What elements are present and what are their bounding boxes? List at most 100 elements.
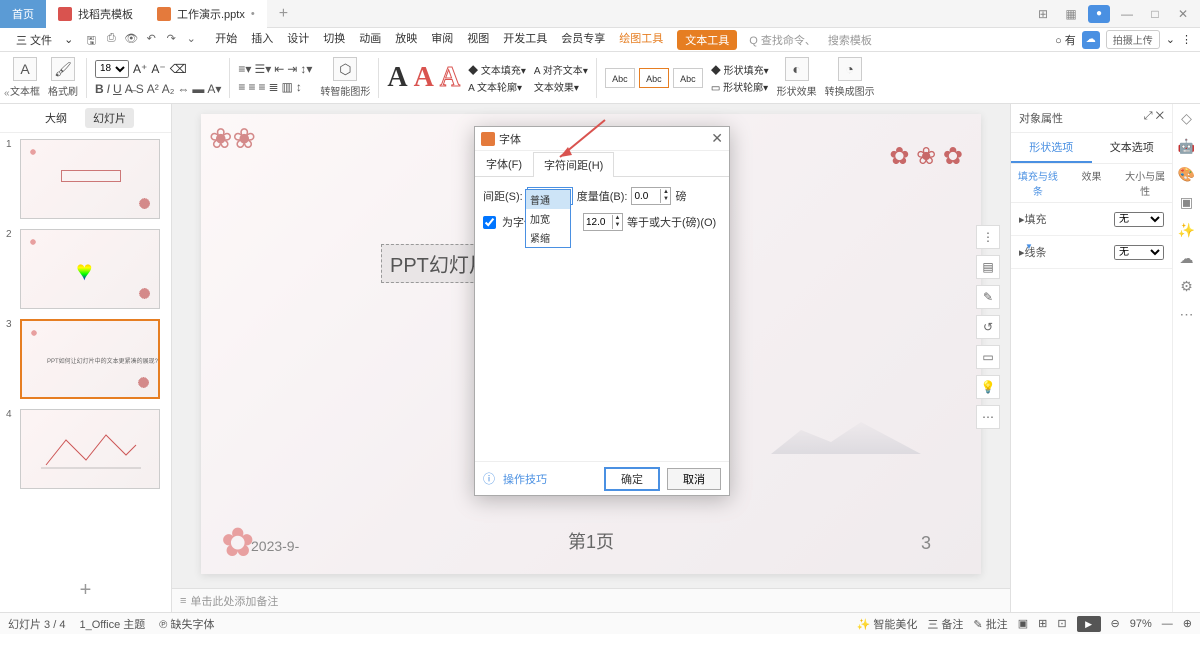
wordart-style-1[interactable]: A	[387, 62, 407, 94]
menu-devtools[interactable]: 开发工具	[503, 30, 547, 50]
search-command[interactable]: Q 查找命令、	[749, 32, 816, 48]
linespacing-button[interactable]: ↕▾	[300, 62, 312, 76]
convert-smartart[interactable]: ⬡ 转智能图形	[320, 57, 370, 98]
superscript-button[interactable]: A²	[147, 82, 159, 96]
tab-slides[interactable]: 幻灯片	[85, 108, 134, 128]
decrease-font-icon[interactable]: A⁻	[151, 62, 165, 76]
grid-icon[interactable]: ▦	[1060, 7, 1082, 21]
subtab-effect[interactable]: 效果	[1065, 164, 1119, 202]
float-crop-icon[interactable]: ▭	[976, 345, 1000, 369]
thumbnail-4[interactable]: 4	[6, 409, 165, 489]
spin-down-icon[interactable]: ▼	[661, 196, 670, 203]
save-icon[interactable]: 🖫	[83, 32, 99, 48]
ok-button[interactable]: 确定	[605, 468, 659, 490]
section-line[interactable]: ▸ 线条 无	[1011, 236, 1172, 269]
view-sorter-icon[interactable]: ⊞	[1038, 617, 1047, 630]
shapefill-button[interactable]: ◆ 形状填充▾	[711, 62, 769, 77]
shapeeffect-button[interactable]: ◐ 形状效果	[777, 57, 817, 98]
bold-button[interactable]: B	[95, 82, 104, 96]
italic-button[interactable]: I	[107, 82, 110, 96]
kern-spinner[interactable]: ▲▼	[583, 213, 623, 231]
wordart-style-3[interactable]: A	[440, 62, 460, 94]
option-normal[interactable]: 普通	[526, 190, 570, 209]
dialog-close-button[interactable]: ✕	[711, 130, 723, 147]
option-condense[interactable]: 紧缩	[526, 228, 570, 247]
fill-select[interactable]: 无	[1114, 212, 1164, 227]
subtab-fill[interactable]: 填充与线条	[1011, 164, 1065, 202]
fontcolor-button[interactable]: A▾	[207, 82, 221, 96]
float-reset-icon[interactable]: ↺	[976, 315, 1000, 339]
menu-member[interactable]: 会员专享	[561, 30, 605, 50]
rail-cloud-icon[interactable]: ☁	[1173, 244, 1200, 272]
measure-spinner[interactable]: ▲▼	[631, 187, 671, 205]
textdir-button[interactable]: ↕	[296, 80, 302, 94]
kerning-checkbox[interactable]	[483, 216, 496, 229]
rail-shapes-icon[interactable]: ▣	[1173, 188, 1200, 216]
notes-pane[interactable]: ≡ 单击此处添加备注	[172, 588, 1010, 612]
spin-down-icon[interactable]: ▼	[613, 222, 622, 229]
tab-outline[interactable]: 大纲	[37, 108, 75, 128]
upload-button[interactable]: 拍摄上传	[1106, 30, 1160, 49]
textoutline-button[interactable]: A 文本轮廓▾	[468, 79, 526, 94]
highlight-button[interactable]: ▬	[192, 82, 204, 96]
dialog-tab-spacing[interactable]: 字符间距(H)	[533, 152, 614, 177]
rail-robot-icon[interactable]: 🤖	[1173, 132, 1200, 160]
add-slide-button[interactable]: +	[0, 569, 171, 612]
format-painter-button[interactable]: 🖌 格式刷	[48, 57, 78, 98]
rail-diamond-icon[interactable]: ◇	[1173, 104, 1200, 132]
increase-indent-button[interactable]: ⇥	[287, 62, 297, 76]
spacing-button[interactable]: ⇔	[177, 82, 189, 96]
menu-start[interactable]: 开始	[215, 30, 237, 50]
shadow-button[interactable]: S	[136, 82, 144, 96]
dropdown-icon[interactable]: ⌄	[64, 33, 73, 46]
clear-format-icon[interactable]: ⌫	[170, 62, 187, 76]
menu-view[interactable]: 视图	[467, 30, 489, 50]
menu-drawtools[interactable]: 绘图工具	[619, 30, 663, 50]
layout-icon[interactable]: ⊞	[1032, 7, 1054, 21]
theme-name[interactable]: 1_Office 主题	[79, 616, 145, 632]
rail-fx-icon[interactable]: ✨	[1173, 216, 1200, 244]
menu-review[interactable]: 审阅	[431, 30, 453, 50]
subscript-button[interactable]: A₂	[162, 82, 175, 96]
align-right-button[interactable]: ≡	[258, 80, 265, 94]
rail-palette-icon[interactable]: 🎨	[1173, 160, 1200, 188]
beautify-button[interactable]: ✨ 智能美化	[857, 616, 918, 632]
tab-add[interactable]: +	[267, 0, 300, 28]
numbering-button[interactable]: ☰▾	[254, 62, 271, 76]
menu-slideshow[interactable]: 放映	[395, 30, 417, 50]
increase-font-icon[interactable]: A⁺	[133, 62, 147, 76]
view-reading-icon[interactable]: ⊡	[1057, 617, 1066, 630]
zoom-out-button[interactable]: ⊖	[1111, 617, 1120, 630]
decrease-indent-button[interactable]: ⇤	[274, 62, 284, 76]
print-icon[interactable]: ⎙	[103, 32, 119, 48]
dialog-titlebar[interactable]: 字体 ✕	[475, 127, 729, 151]
tab-home[interactable]: 首页	[0, 0, 46, 28]
collapse-ribbon-icon[interactable]: ⌄	[1166, 33, 1175, 46]
convert-diagram-button[interactable]: ◔ 转换成图示	[825, 57, 875, 98]
texteffect-button[interactable]: 文本效果▾	[534, 79, 588, 94]
tab-template-search[interactable]: 找稻壳模板	[46, 0, 145, 28]
cancel-button[interactable]: 取消	[667, 468, 721, 490]
shape-style-1[interactable]: Abc	[605, 68, 635, 88]
tips-link[interactable]: 操作技巧	[503, 471, 547, 487]
menu-design[interactable]: 设计	[287, 30, 309, 50]
float-handle[interactable]: ⋮	[976, 225, 1000, 249]
textbox-button[interactable]: A 文本框	[10, 57, 40, 98]
more-icon[interactable]: ⌄	[183, 32, 199, 48]
line-select[interactable]: 无	[1114, 245, 1164, 260]
bullets-button[interactable]: ≡▾	[238, 62, 251, 76]
preview-icon[interactable]: 👁	[123, 32, 139, 48]
float-bulb-icon[interactable]: 💡	[976, 375, 1000, 399]
menu-insert[interactable]: 插入	[251, 30, 273, 50]
tab-text-options[interactable]: 文本选项	[1092, 133, 1173, 163]
menu-animation[interactable]: 动画	[359, 30, 381, 50]
menu-transition[interactable]: 切换	[323, 30, 345, 50]
thumbnail-2[interactable]: 2 ♥	[6, 229, 165, 309]
align-left-button[interactable]: ≡	[238, 80, 245, 94]
spin-up-icon[interactable]: ▲	[661, 189, 670, 196]
comments-button[interactable]: ✎ 批注	[973, 616, 1007, 632]
rail-more-icon[interactable]: ⋯	[1173, 300, 1200, 328]
textfill-button[interactable]: ◆ 文本填充▾	[468, 62, 526, 77]
dialog-tab-font[interactable]: 字体(F)	[475, 151, 533, 176]
thumbnail-1[interactable]: 1	[6, 139, 165, 219]
